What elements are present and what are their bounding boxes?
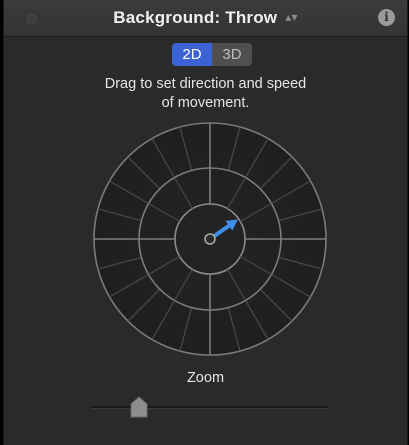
throw-panel: Background: Throw ▴▾ i 2D 3D Drag to set … <box>3 0 408 445</box>
dial-center-handle[interactable] <box>204 233 216 245</box>
zoom-label: Zoom <box>186 370 225 386</box>
zoom-slider-track[interactable] <box>91 406 329 409</box>
zoom-slider-thumb[interactable] <box>129 396 149 418</box>
